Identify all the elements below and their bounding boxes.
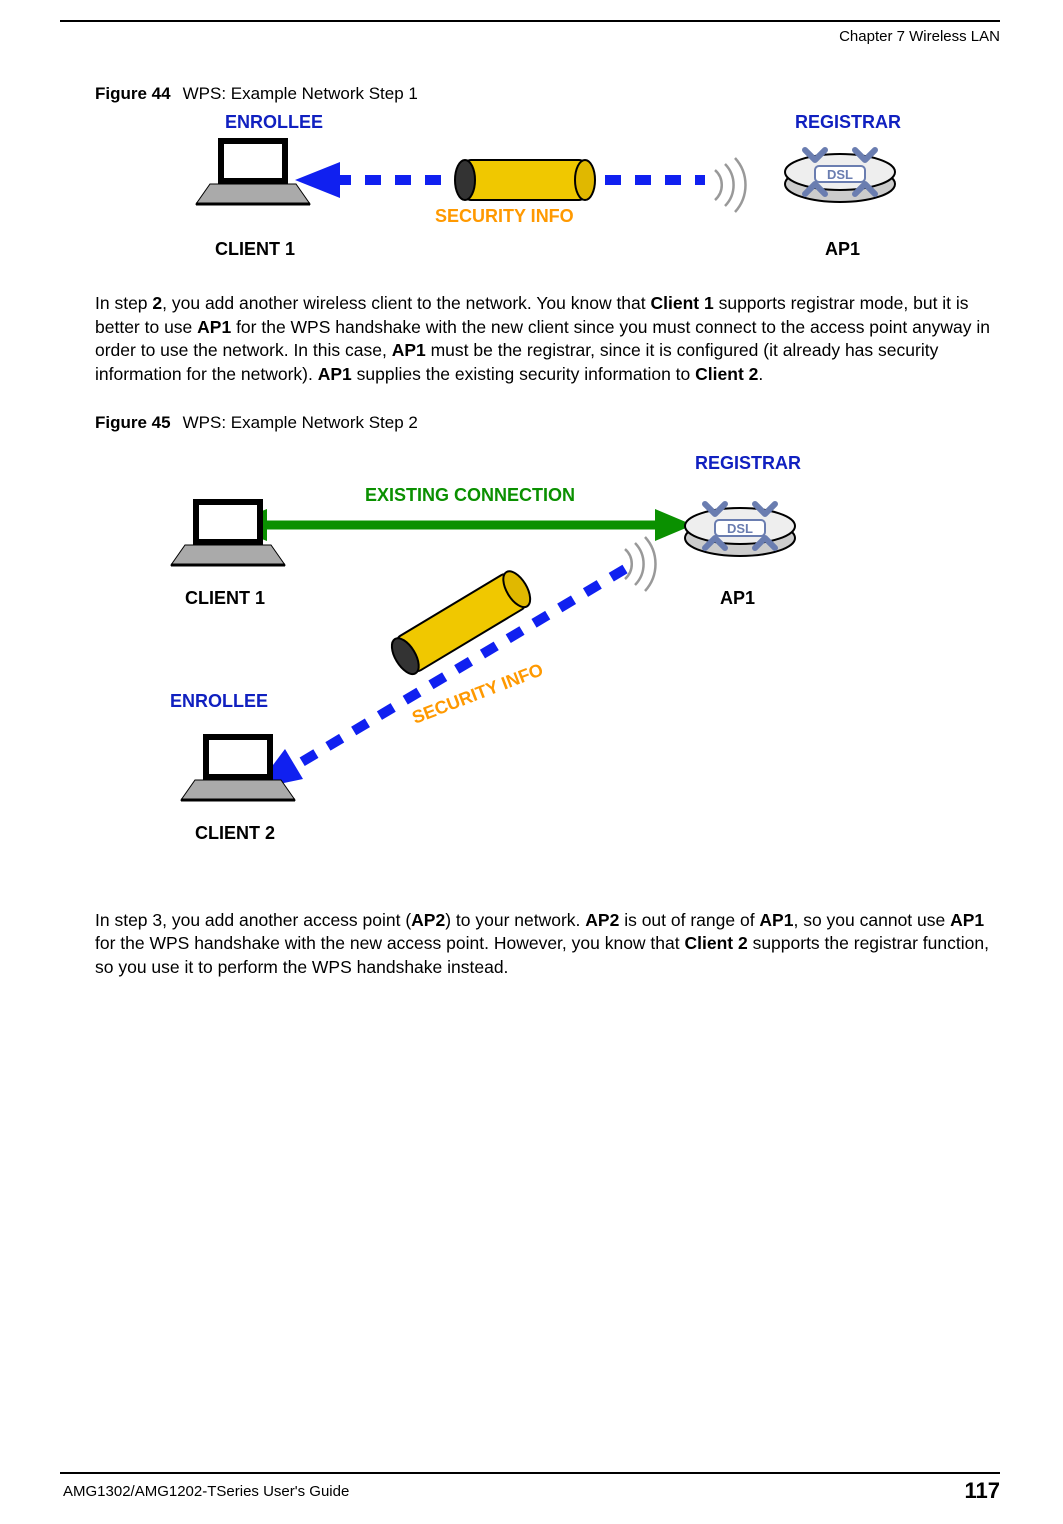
router-icon: DSL [785, 150, 895, 202]
security-info-label-2: SECURITY INFO [409, 659, 546, 727]
p2-b1: AP2 [411, 910, 445, 930]
p2-seg3: is out of range of [619, 910, 759, 930]
bottom-rule [60, 1472, 1000, 1474]
p1-seg2: , you add another wireless client to the… [162, 293, 650, 313]
router-dsl-text: DSL [827, 167, 853, 182]
figure44-diagram: ENROLLEE REGISTRAR DSL [95, 110, 995, 270]
p1-b6: Client 2 [695, 364, 758, 384]
chapter-label: Chapter 7 Wireless LAN [839, 28, 1000, 45]
router-dsl-text-2: DSL [727, 521, 753, 536]
registrar-label: REGISTRAR [795, 112, 901, 132]
paragraph-step2: In step 2, you add another wireless clie… [95, 292, 995, 387]
ap1-label: AP1 [825, 239, 860, 259]
security-info-label: SECURITY INFO [435, 206, 574, 226]
paragraph-step3: In step 3, you add another access point … [95, 909, 995, 980]
p1-b5: AP1 [318, 364, 352, 384]
top-rule [60, 20, 1000, 22]
router-ap1-icon: DSL [685, 504, 795, 556]
p1-b3: AP1 [197, 317, 231, 337]
registrar-label-2: REGISTRAR [695, 453, 801, 473]
figure45-caption-text: WPS: Example Network Step 2 [183, 413, 418, 432]
security-info-arrow-2 [255, 569, 625, 789]
p2-b3: AP1 [759, 910, 793, 930]
laptop-icon [196, 138, 310, 204]
p1-seg6: supplies the existing security informati… [352, 364, 695, 384]
existing-connection-arrow [225, 509, 693, 541]
p2-seg2: ) to your network. [445, 910, 585, 930]
page-number: 117 [965, 1478, 1001, 1504]
p1-seg1: In step [95, 293, 152, 313]
p1-b4: AP1 [392, 340, 426, 360]
figure45-caption: Figure 45 WPS: Example Network Step 2 [95, 413, 995, 433]
ap1-label-2: AP1 [720, 588, 755, 608]
enrollee-label: ENROLLEE [225, 112, 323, 132]
p2-b5: Client 2 [684, 933, 747, 953]
client2-label: CLIENT 2 [195, 823, 275, 843]
figure44-caption-text: WPS: Example Network Step 1 [183, 84, 418, 103]
enrollee-label-2: ENROLLEE [170, 691, 268, 711]
figure44-caption: Figure 44 WPS: Example Network Step 1 [95, 84, 995, 104]
cylinder-icon [455, 160, 595, 200]
wireless-icon-2 [625, 537, 655, 591]
p2-seg5: for the WPS handshake with the new acces… [95, 933, 684, 953]
wireless-icon [715, 158, 745, 212]
guide-name: AMG1302/AMG1202-TSeries User's Guide [63, 1483, 349, 1500]
figure45-caption-prefix: Figure 45 [95, 413, 171, 432]
figure44-caption-prefix: Figure 44 [95, 84, 171, 103]
p2-b4: AP1 [950, 910, 984, 930]
client1-label: CLIENT 1 [215, 239, 295, 259]
p2-seg4: , so you cannot use [793, 910, 950, 930]
figure45-diagram: REGISTRAR EXISTING CONNECTION CLIENT 1 [95, 439, 995, 879]
p2-seg1: In step 3, you add another access point … [95, 910, 411, 930]
client1-label-2: CLIENT 1 [185, 588, 265, 608]
p1-seg7: . [758, 364, 763, 384]
p1-b1: 2 [152, 293, 162, 313]
existing-connection-label: EXISTING CONNECTION [365, 485, 575, 505]
p2-b2: AP2 [585, 910, 619, 930]
laptop-client1-icon [171, 499, 285, 565]
p1-b2: Client 1 [651, 293, 714, 313]
